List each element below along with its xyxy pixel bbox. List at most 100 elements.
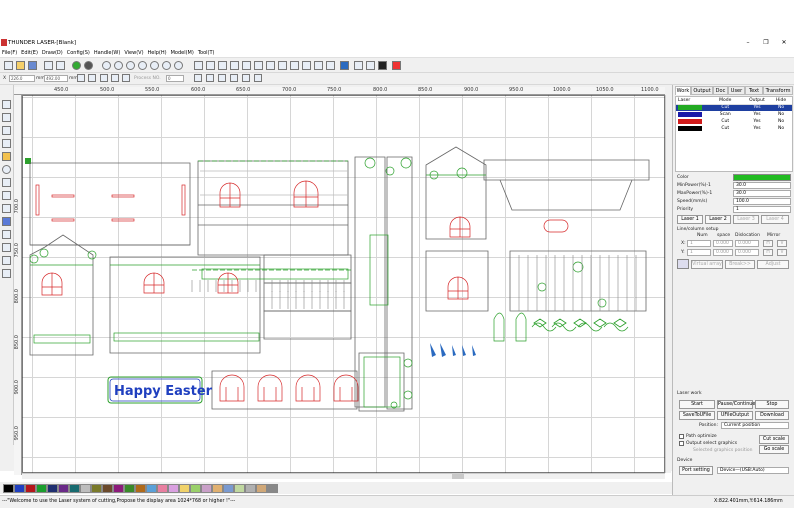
priority-input[interactable]: 1: [733, 206, 791, 213]
x-mirror-h[interactable]: H: [763, 240, 773, 247]
shape-icon[interactable]: [2, 243, 11, 252]
dot-icon[interactable]: [2, 191, 11, 200]
align-left-icon[interactable]: [354, 61, 363, 70]
measure-icon[interactable]: [2, 230, 11, 239]
menu-model[interactable]: Model(M): [169, 49, 196, 56]
import-icon[interactable]: [44, 61, 53, 70]
palette-swatch[interactable]: [201, 484, 212, 493]
y-space-input[interactable]: 0.000: [713, 249, 733, 256]
curve-icon[interactable]: [230, 61, 239, 70]
palette-swatch[interactable]: [190, 484, 201, 493]
palette-swatch[interactable]: [157, 484, 168, 493]
maximize-button[interactable]: ❐: [760, 39, 772, 47]
download-button[interactable]: Download: [755, 411, 789, 420]
go-scale-button[interactable]: Go scale: [759, 445, 789, 454]
device-select[interactable]: Device—(USB:Auto): [717, 467, 789, 474]
palette-swatch[interactable]: [245, 484, 256, 493]
port-setting-button[interactable]: Port setting: [679, 466, 713, 475]
menu-config[interactable]: Config(S): [65, 49, 92, 56]
tab-doc[interactable]: Doc: [713, 86, 728, 95]
palette-swatch[interactable]: [3, 484, 14, 493]
palette-swatch[interactable]: [80, 484, 91, 493]
text-icon[interactable]: [2, 178, 11, 187]
rotate-icon[interactable]: [122, 74, 130, 82]
bezier-icon[interactable]: [254, 61, 263, 70]
cut-scale-button[interactable]: Cut scale: [759, 435, 789, 444]
zoom-fit-icon[interactable]: [126, 61, 135, 70]
pause-continue-button[interactable]: Pause/Continue: [717, 400, 755, 409]
node-icon[interactable]: [206, 61, 215, 70]
palette-swatch[interactable]: [168, 484, 179, 493]
palette-swatch[interactable]: [69, 484, 80, 493]
open-folder-icon[interactable]: [16, 61, 25, 70]
tab-output[interactable]: Output: [691, 86, 713, 95]
same-width-icon[interactable]: [242, 74, 250, 82]
align-right-icon[interactable]: [366, 61, 375, 70]
mirror-h-icon[interactable]: [100, 74, 108, 82]
percent-icon[interactable]: [77, 74, 85, 82]
zoom-out-icon[interactable]: [114, 61, 123, 70]
laser-icon[interactable]: [326, 61, 335, 70]
rectangle-icon[interactable]: [2, 152, 11, 161]
min-power-input[interactable]: 30.0: [733, 182, 791, 189]
polyline-icon[interactable]: [2, 126, 11, 135]
horizontal-scrollbar[interactable]: [22, 473, 665, 479]
move-icon[interactable]: [2, 269, 11, 278]
monitor-icon[interactable]: [340, 61, 349, 70]
break-button[interactable]: Break>>: [725, 260, 755, 269]
menu-view[interactable]: View(V): [122, 49, 145, 56]
position-select[interactable]: Current position: [721, 422, 789, 429]
palette-swatch[interactable]: [102, 484, 113, 493]
stop-button[interactable]: Stop: [755, 400, 789, 409]
scroll-thumb[interactable]: [452, 474, 464, 479]
close-button[interactable]: ✕: [778, 39, 790, 47]
menu-edit[interactable]: Edit(E): [19, 49, 40, 56]
palette-swatch[interactable]: [91, 484, 102, 493]
process-field[interactable]: 0: [166, 75, 184, 82]
line-icon[interactable]: [2, 113, 11, 122]
arrow-left-icon[interactable]: [2, 256, 11, 265]
wave-icon[interactable]: [242, 61, 251, 70]
align-center-icon[interactable]: [218, 74, 226, 82]
path-optimize-checkbox[interactable]: [679, 434, 684, 439]
palette-swatch[interactable]: [14, 484, 25, 493]
start-button[interactable]: Start: [679, 400, 715, 409]
align-top-icon[interactable]: [194, 74, 202, 82]
array-grid-icon[interactable]: [677, 259, 689, 269]
palette-swatch[interactable]: [58, 484, 69, 493]
zoom-select-icon[interactable]: [150, 61, 159, 70]
smooth-icon[interactable]: [218, 61, 227, 70]
palette-swatch[interactable]: [135, 484, 146, 493]
ellipse-icon[interactable]: [2, 165, 11, 174]
palette-swatch[interactable]: [146, 484, 157, 493]
palette-swatch[interactable]: [267, 484, 278, 493]
adjust-button[interactable]: Adjust: [757, 260, 789, 269]
zoom-real-icon[interactable]: [162, 61, 171, 70]
speed-input[interactable]: 100.0: [733, 198, 791, 205]
palette-swatch[interactable]: [234, 484, 245, 493]
drawing-canvas[interactable]: Happy Easter: [22, 95, 665, 473]
palette-swatch[interactable]: [36, 484, 47, 493]
virtual-array-button[interactable]: Virtual array: [691, 260, 723, 269]
palette-swatch[interactable]: [113, 484, 124, 493]
layer-row[interactable]: Scan Yes No: [676, 111, 792, 118]
palette-swatch[interactable]: [124, 484, 135, 493]
save-icon[interactable]: [28, 61, 37, 70]
layer-color-swatch[interactable]: [733, 174, 791, 181]
menu-draw[interactable]: Draw(D): [40, 49, 65, 56]
zoom-page-icon[interactable]: [138, 61, 147, 70]
select-icon[interactable]: [2, 100, 11, 109]
same-height-icon[interactable]: [254, 74, 262, 82]
tab-work[interactable]: Work: [675, 86, 691, 95]
max-power-input[interactable]: 30.0: [733, 190, 791, 197]
ufile-output-button[interactable]: UFileOutput: [717, 411, 753, 420]
tab-text[interactable]: Text: [745, 86, 763, 95]
export-icon[interactable]: [56, 61, 65, 70]
distribute-icon[interactable]: [230, 74, 238, 82]
grid-icon[interactable]: [194, 61, 203, 70]
palette-swatch[interactable]: [47, 484, 58, 493]
laser-1-tab[interactable]: Laser 1: [677, 215, 703, 224]
x-num-input[interactable]: 1: [687, 240, 711, 247]
camera-icon[interactable]: [378, 61, 387, 70]
menu-handle[interactable]: Handle(W): [92, 49, 122, 56]
